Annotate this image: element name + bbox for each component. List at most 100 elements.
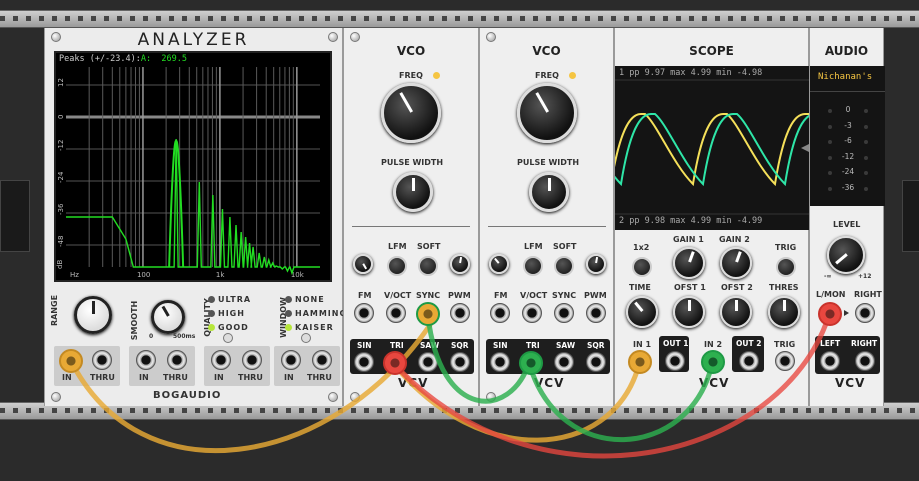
vco1-pulse-width-label: PULSE WIDTH — [381, 158, 444, 167]
window-button[interactable] — [301, 333, 311, 343]
smooth-knob[interactable] — [151, 300, 185, 334]
plug-vco2-tri[interactable] — [519, 351, 543, 375]
vco2-saw-label: SAW — [556, 341, 576, 350]
plug-scope-in2[interactable] — [701, 350, 725, 374]
in-label-c: IN — [214, 373, 224, 382]
vco2-sin-label: SIN — [493, 341, 508, 350]
vco1-fm-knob[interactable] — [353, 254, 373, 274]
rack-side-left — [0, 180, 30, 252]
vco1-soft-button[interactable] — [418, 256, 438, 276]
vco2-sin-jack[interactable] — [490, 352, 510, 372]
meter-row: -3 — [810, 120, 885, 134]
window-hamming[interactable]: HAMMING — [285, 306, 347, 320]
audio-left-out-jack[interactable] — [820, 351, 840, 371]
vco1-fm-jack[interactable] — [354, 303, 374, 323]
thru-jack-a[interactable] — [92, 350, 112, 370]
vco1-divider — [352, 226, 470, 227]
audio-level-knob[interactable] — [827, 236, 865, 274]
meter-row: -12 — [810, 151, 885, 165]
meter-led-right — [864, 140, 868, 144]
meter-row: -6 — [810, 135, 885, 149]
vco1-lfm-button[interactable] — [387, 256, 407, 276]
audio-right-out-jack[interactable] — [855, 351, 875, 371]
vco1-voct-jack[interactable] — [386, 303, 406, 323]
scope-trig-button[interactable] — [776, 257, 796, 277]
vco2-pwm-jack[interactable] — [586, 303, 606, 323]
vco1-sync-label: SYNC — [416, 291, 441, 300]
scope-out1-jack[interactable] — [665, 351, 685, 371]
scope-ofst2-knob[interactable] — [720, 296, 752, 328]
scope-trig-jack[interactable] — [775, 351, 795, 371]
quality-good[interactable]: GOOD — [208, 320, 251, 334]
in-jack-c[interactable] — [211, 350, 231, 370]
in-label-d: IN — [284, 373, 294, 382]
vco2-sqr-jack[interactable] — [586, 352, 606, 372]
scope-waveforms — [615, 79, 809, 215]
vco2-title: VCO — [532, 44, 561, 58]
meter-led-left — [828, 124, 832, 129]
thru-jack-c[interactable] — [242, 350, 262, 370]
thru-jack-d[interactable] — [312, 350, 332, 370]
range-knob[interactable] — [74, 296, 112, 334]
quality-button[interactable] — [223, 333, 233, 343]
plug-vco1-sync[interactable] — [416, 302, 440, 326]
scope-gain2-knob[interactable] — [720, 247, 752, 279]
scope-time-knob[interactable] — [626, 296, 658, 328]
quality-ultra[interactable]: ULTRA — [208, 292, 251, 306]
scope-thres-knob[interactable] — [768, 296, 800, 328]
audio-right-jack[interactable] — [855, 303, 875, 323]
scope-out2-jack[interactable] — [739, 351, 759, 371]
vco2-voct-jack[interactable] — [522, 303, 542, 323]
vco2-fm-jack[interactable] — [490, 303, 510, 323]
plug-audio-lmon[interactable] — [818, 302, 842, 326]
vco2-pulse-width-label: PULSE WIDTH — [517, 158, 580, 167]
meter-led-left — [828, 186, 832, 191]
meter-tick-label: -24 — [841, 167, 855, 176]
scope-out2-label: OUT 2 — [736, 339, 762, 348]
vco2-lfm-button[interactable] — [523, 256, 543, 276]
in-jack-d[interactable] — [281, 350, 301, 370]
scope-x2-button[interactable] — [632, 257, 652, 277]
audio-right-label: RIGHT — [854, 290, 882, 299]
scope-trig-label: TRIG — [775, 243, 797, 252]
plug-scope-in1[interactable] — [628, 350, 652, 374]
vco2-freq-label: FREQ — [535, 71, 559, 80]
vco2-sync-jack[interactable] — [554, 303, 574, 323]
vco2-tri-label: TRI — [526, 341, 540, 350]
vco1-pwm-jack[interactable] — [450, 303, 470, 323]
analyzer-x-tick: 100 — [137, 271, 150, 279]
thru-jack-b[interactable] — [167, 350, 187, 370]
rack-rail-top — [0, 10, 919, 28]
vco2-freq-knob[interactable] — [517, 83, 577, 143]
thru-label-a: THRU — [90, 373, 115, 382]
vco1-sqr-jack[interactable] — [450, 352, 470, 372]
scope-ofst1-knob[interactable] — [673, 296, 705, 328]
vco2-pulse-width-knob[interactable] — [529, 172, 569, 212]
vco2-fm-knob[interactable] — [489, 254, 509, 274]
analyzer-module: ANALYZER 12 0 -12 -24 -36 -48 dB Hz 100 1k 10k Pea… — [44, 28, 346, 406]
vco2-pwm-knob[interactable] — [586, 254, 606, 274]
analyzer-spectrum: 120-12-24-36-48dBHz 100 1k 10k — [56, 67, 320, 279]
vco1-pwm-knob[interactable] — [450, 254, 470, 274]
quality-high[interactable]: HIGH — [208, 306, 251, 320]
vco1-pulse-width-knob[interactable] — [393, 172, 433, 212]
range-label: RANGE — [50, 294, 60, 327]
vco1-sin-jack[interactable] — [354, 352, 374, 372]
vco1-pwm-label: PWM — [448, 291, 471, 300]
scope-trigger-marker[interactable] — [801, 144, 809, 152]
scope-gain1-label: GAIN 1 — [673, 235, 704, 244]
vco1-freq-knob[interactable] — [381, 83, 441, 143]
window-kaiser[interactable]: KAISER — [285, 320, 347, 334]
vco1-tri-label: TRI — [390, 341, 404, 350]
in-jack-b[interactable] — [136, 350, 156, 370]
plug-vco1-tri[interactable] — [383, 351, 407, 375]
window-none[interactable]: NONE — [285, 292, 347, 306]
analyzer-title: ANALYZER — [137, 30, 250, 50]
audio-device-name[interactable]: Nichanan's — [818, 72, 872, 82]
plug-analyzer-in[interactable] — [59, 349, 83, 373]
vco2-lfm-label: LFM — [524, 242, 543, 251]
vco2-soft-button[interactable] — [554, 256, 574, 276]
scope-gain1-knob[interactable] — [673, 247, 705, 279]
vco2-saw-jack[interactable] — [554, 352, 574, 372]
vco1-saw-jack[interactable] — [418, 352, 438, 372]
